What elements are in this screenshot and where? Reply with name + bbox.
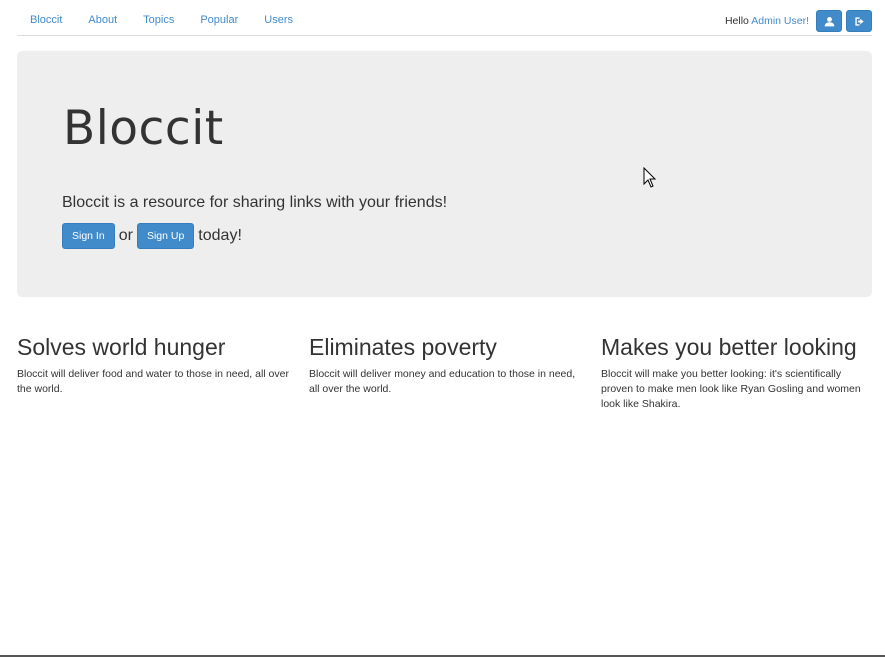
feature-column: Makes you better looking Bloccit will ma… <box>601 334 873 412</box>
feature-column: Solves world hunger Bloccit will deliver… <box>17 334 289 397</box>
user-area: Hello Admin User! <box>725 10 872 32</box>
user-icon <box>824 16 834 26</box>
top-navbar: Bloccit About Topics Popular Users Hello… <box>17 0 872 36</box>
nav-links: Bloccit About Topics Popular Users <box>17 0 306 36</box>
nav-link-bloccit[interactable]: Bloccit <box>17 0 75 36</box>
call-to-action: Sign In or Sign Up today! <box>62 223 246 249</box>
nav-link-about[interactable]: About <box>75 0 130 36</box>
sign-in-button[interactable]: Sign In <box>62 223 115 249</box>
tagline: Bloccit is a resource for sharing links … <box>62 194 448 211</box>
current-user-link[interactable]: Admin User! <box>751 15 809 27</box>
nav-link-users[interactable]: Users <box>251 0 306 36</box>
page-title: Bloccit <box>63 101 224 156</box>
or-text: or <box>118 227 133 244</box>
feature-title: Eliminates poverty <box>309 334 497 360</box>
feature-text: Bloccit will deliver money and education… <box>309 368 576 395</box>
sign-out-icon <box>854 16 864 26</box>
nav-link-popular[interactable]: Popular <box>187 0 251 36</box>
feature-column: Eliminates poverty Bloccit will deliver … <box>309 334 581 397</box>
hello-text: Hello Admin User! <box>725 15 809 27</box>
sign-out-button[interactable] <box>846 10 872 32</box>
jumbotron: Bloccit Bloccit is a resource for sharin… <box>17 51 872 297</box>
feature-title: Solves world hunger <box>17 334 226 360</box>
sign-up-button[interactable]: Sign Up <box>136 223 195 249</box>
hello-label: Hello <box>724 15 749 27</box>
nav-link-topics[interactable]: Topics <box>130 0 187 36</box>
mouse-pointer-icon <box>643 167 657 188</box>
feature-text: Bloccit will deliver food and water to t… <box>17 368 289 395</box>
feature-title: Makes you better looking <box>601 334 857 360</box>
feature-text: Bloccit will make you better looking: it… <box>601 368 861 410</box>
today-text: today! <box>198 227 242 244</box>
profile-button[interactable] <box>816 10 842 32</box>
